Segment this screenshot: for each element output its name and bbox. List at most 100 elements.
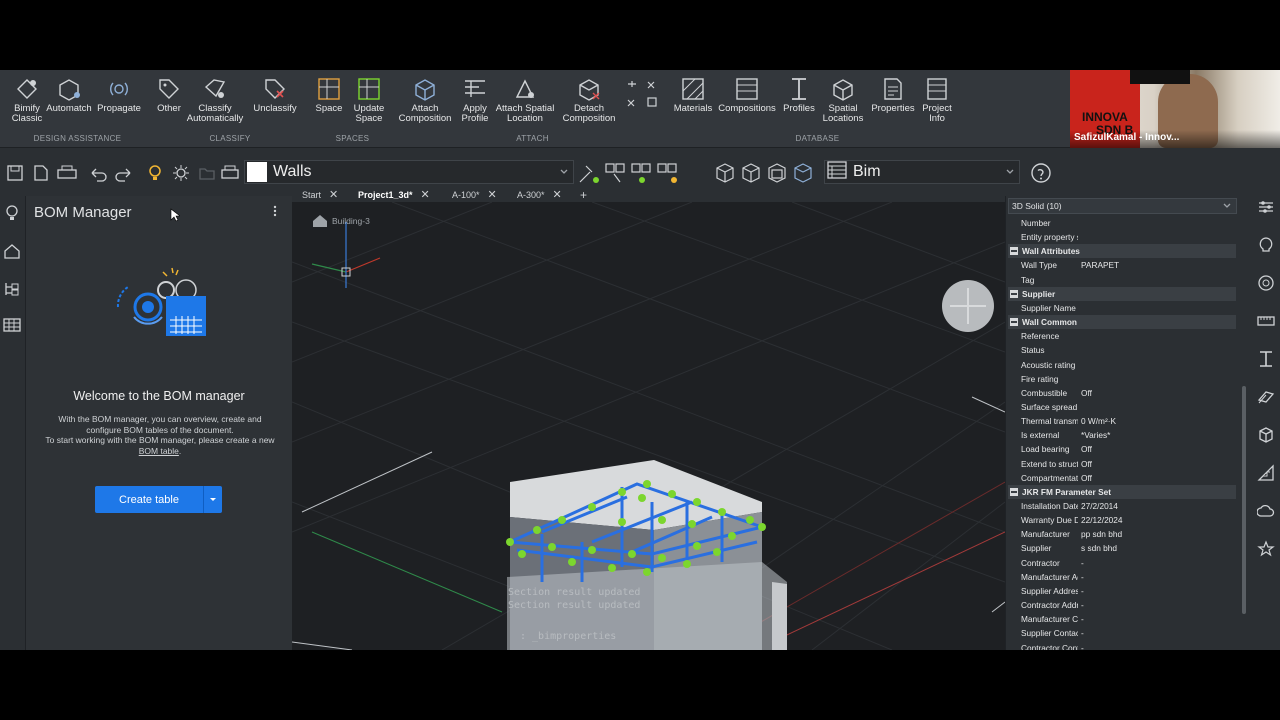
panel-menu-icon[interactable] <box>270 204 280 223</box>
property-row[interactable]: Supplier Name <box>1008 301 1236 315</box>
bom-table-link[interactable]: BOM table <box>139 446 179 456</box>
property-value[interactable]: *Varies* <box>1078 430 1110 440</box>
property-row[interactable]: Status <box>1008 343 1236 357</box>
property-row[interactable]: Contractor Addres- <box>1008 598 1236 612</box>
property-value[interactable]: 0 W/m²·K <box>1078 416 1116 426</box>
property-value[interactable]: - <box>1078 572 1084 582</box>
property-row[interactable]: CompartmentationOff <box>1008 471 1236 485</box>
property-section[interactable]: Supplier <box>1008 286 1236 301</box>
save-as-icon[interactable] <box>32 164 50 182</box>
cloud-icon[interactable] <box>1256 502 1275 520</box>
property-row[interactable]: Wall Type PARAPET <box>1008 258 1236 272</box>
selection-dropdown[interactable]: 3D Solid (10) <box>1008 198 1276 214</box>
save-icon[interactable] <box>6 164 24 182</box>
undo-icon[interactable] <box>88 164 108 182</box>
ribbon-button-materials[interactable]: Materials <box>663 74 723 114</box>
property-row[interactable]: Entity property set <box>1008 230 1236 244</box>
property-section[interactable]: Wall Attributes <box>1008 244 1236 259</box>
folder-icon[interactable] <box>198 164 216 182</box>
property-section[interactable]: JKR FM Parameter Set <box>1008 484 1236 499</box>
bom-panel-icon[interactable] <box>3 316 21 334</box>
property-value[interactable]: Off <box>1078 459 1092 469</box>
property-value[interactable]: Off <box>1078 473 1092 483</box>
property-value[interactable]: 22/12/2024 <box>1078 515 1123 525</box>
bulb-panel-icon[interactable] <box>3 204 21 222</box>
home-panel-icon[interactable] <box>3 242 21 260</box>
document-tab[interactable]: A-300* ✕ <box>517 188 562 201</box>
lightbulb-icon[interactable] <box>146 164 164 182</box>
ribbon-button-compositions[interactable]: Compositions <box>717 74 777 114</box>
property-row[interactable]: Tag <box>1008 273 1236 287</box>
property-value[interactable]: Off <box>1078 388 1092 398</box>
new-tab-button[interactable]: + <box>580 188 587 202</box>
property-value[interactable]: - <box>1078 586 1084 596</box>
close-icon[interactable]: ✕ <box>421 188 430 201</box>
model-viewport[interactable]: Building-3 Section result updated Sectio… <box>292 202 1005 650</box>
properties-scrollbar[interactable] <box>1242 386 1246 614</box>
selection-tools[interactable] <box>576 160 706 186</box>
print-icon[interactable] <box>56 164 78 182</box>
i-beam-icon[interactable] <box>1257 350 1275 368</box>
collapse-icon[interactable] <box>1010 289 1018 298</box>
property-row[interactable]: Load bearing Off <box>1008 442 1236 456</box>
workspace-dropdown[interactable]: Bim <box>824 160 1020 184</box>
property-row[interactable]: Supplier s sdn bhd <box>1008 541 1236 555</box>
property-value[interactable]: 27/2/2014 <box>1078 501 1118 511</box>
close-icon[interactable]: ✕ <box>329 188 338 201</box>
ribbon-button-project-info[interactable]: Project Info <box>907 74 967 124</box>
structure-panel-icon[interactable] <box>3 280 21 298</box>
property-row[interactable]: Manufacturer Con- <box>1008 612 1236 626</box>
sun-icon[interactable] <box>172 164 190 182</box>
breadcrumb[interactable]: Building-3 <box>312 214 370 228</box>
property-value[interactable]: - <box>1078 628 1084 638</box>
property-row[interactable]: Supplier Address - <box>1008 584 1236 598</box>
property-value[interactable]: pp sdn bhd <box>1078 529 1122 539</box>
spiral-icon[interactable] <box>1257 274 1275 292</box>
property-row[interactable]: Installation Date 27/2/2014 <box>1008 499 1236 513</box>
property-value[interactable]: s sdn bhd <box>1078 543 1117 553</box>
property-row[interactable]: Number <box>1008 216 1236 230</box>
star-icon[interactable] <box>1257 540 1275 558</box>
property-value[interactable]: Off <box>1078 444 1092 454</box>
property-value[interactable]: PARAPET <box>1078 260 1119 270</box>
document-tab[interactable]: Project1_3d* ✕ <box>358 188 430 201</box>
property-row[interactable]: Surface spread of <box>1008 400 1236 414</box>
ribbon-button-unclassify[interactable]: Unclassify <box>245 74 305 114</box>
property-value[interactable]: - <box>1078 558 1084 568</box>
collapse-icon[interactable] <box>1010 487 1018 496</box>
property-row[interactable]: Supplier Contact N- <box>1008 626 1236 640</box>
property-row[interactable]: Fire rating <box>1008 372 1236 386</box>
close-icon[interactable]: ✕ <box>553 188 562 201</box>
property-row[interactable]: Contractor - <box>1008 556 1236 570</box>
property-row[interactable]: Extend to structurOff <box>1008 457 1236 471</box>
view-cube-tools[interactable] <box>712 160 822 186</box>
layers-icon[interactable] <box>1257 388 1275 406</box>
property-row[interactable]: Manufacturer pp sdn bhd <box>1008 527 1236 541</box>
property-row[interactable]: Is external *Varies* <box>1008 428 1236 442</box>
document-tab[interactable]: A-100* ✕ <box>452 188 497 201</box>
close-icon[interactable]: ✕ <box>488 188 497 201</box>
ribbon-button-detach-composition[interactable]: Detach Composition <box>559 74 619 124</box>
bulb-outline-icon[interactable] <box>1257 236 1275 254</box>
ruler-icon[interactable] <box>1257 312 1275 330</box>
property-row[interactable]: Reference <box>1008 329 1236 343</box>
redo-icon[interactable] <box>114 164 134 182</box>
ribbon-button-update-space[interactable]: Update Space <box>339 74 399 124</box>
ribbon-button-attach-spatial-location[interactable]: Attach Spatial Location <box>495 74 555 124</box>
cube-icon[interactable] <box>1257 426 1275 444</box>
property-value[interactable]: - <box>1078 614 1084 624</box>
layer-dropdown[interactable]: Walls <box>244 160 574 184</box>
property-value[interactable]: - <box>1078 643 1084 651</box>
property-row[interactable]: Thermal transmitt0 W/m²·K <box>1008 414 1236 428</box>
layer-print-icon[interactable] <box>220 164 240 182</box>
small-tools-group[interactable] <box>622 78 662 117</box>
document-tab[interactable]: Start ✕ <box>302 188 338 201</box>
create-table-button[interactable]: Create table <box>95 486 222 513</box>
property-row[interactable]: Acoustic rating <box>1008 358 1236 372</box>
property-value[interactable]: - <box>1078 600 1084 610</box>
ribbon-button-classify-automatically[interactable]: Classify Automatically <box>185 74 245 124</box>
chevron-down-icon[interactable] <box>203 486 222 513</box>
property-section[interactable]: Wall Common <box>1008 315 1236 330</box>
help-icon[interactable] <box>1030 162 1052 189</box>
property-row[interactable]: Contractor Contac- <box>1008 641 1236 651</box>
